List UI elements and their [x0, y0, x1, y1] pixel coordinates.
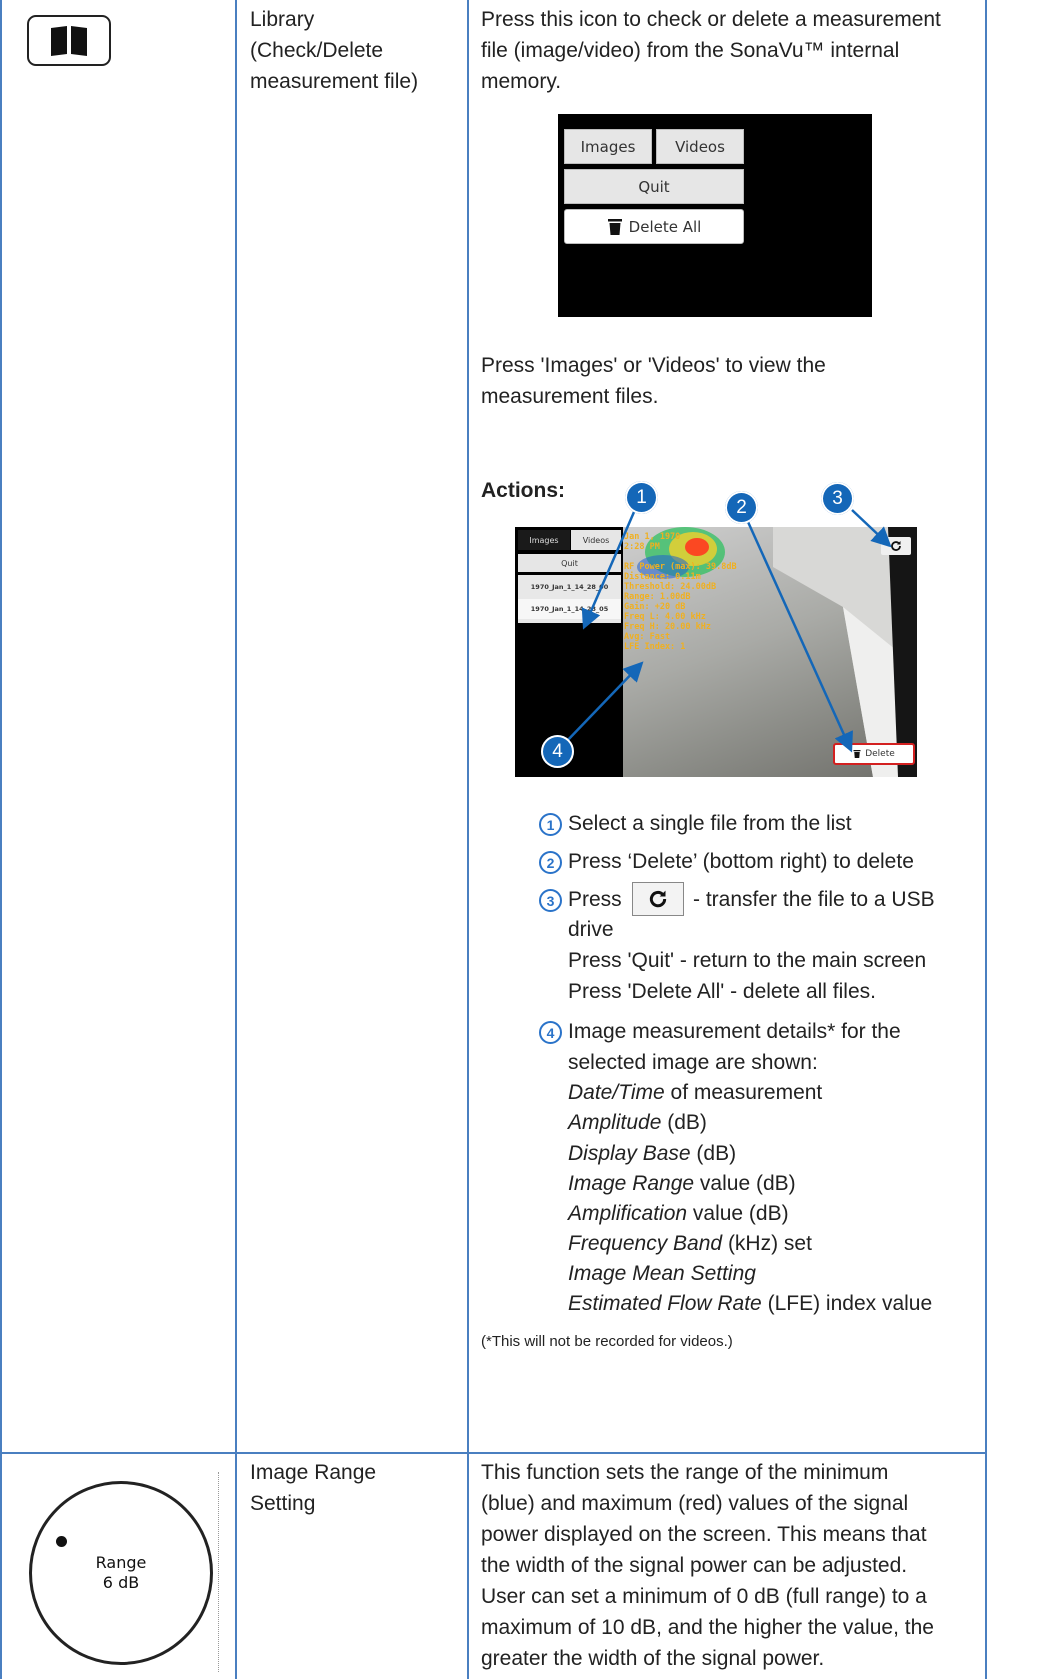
range-name-line2: Setting [250, 1492, 316, 1515]
detail-item: Amplitude (dB) [568, 1107, 707, 1138]
range-desc-line: User can set a minimum of 0 dB (full ran… [481, 1585, 927, 1608]
detail-rest: (dB) [690, 1142, 737, 1165]
refresh-icon [649, 890, 667, 908]
step-4-line2: selected image are shown: [568, 1051, 818, 1074]
range-dial: Range 6 dB [29, 1481, 213, 1665]
detail-term: Display Base [568, 1142, 691, 1165]
range-desc-line: the width of the signal power can be adj… [481, 1554, 908, 1577]
step-number-4: 4 [539, 1021, 562, 1044]
range-desc-line: (blue) and maximum (red) values of the s… [481, 1492, 909, 1515]
callout-1: 1 [625, 481, 658, 514]
detail-rest: value (dB) [694, 1172, 796, 1195]
dial-label-range: Range [95, 1553, 147, 1572]
dotted-separator [218, 1472, 219, 1672]
step-4-line1: Image measurement details* for the [568, 1020, 901, 1043]
range-desc-line: maximum of 10 dB, and the higher the val… [481, 1616, 934, 1639]
step-number-1: 1 [539, 813, 562, 836]
range-name-line1: Image Range [250, 1461, 377, 1484]
detail-item: Image Range value (dB) [568, 1168, 796, 1199]
range-desc-line: greater the width of the signal power. [481, 1647, 825, 1670]
callout-arrows [564, 509, 892, 753]
detail-term: Frequency Band [568, 1232, 723, 1255]
step-3-delete-all: Press 'Delete All' - delete all files. [568, 980, 876, 1003]
detail-item: Amplification value (dB) [568, 1198, 789, 1229]
step-3-press: Press [568, 888, 622, 911]
step-1-text: Select a single file from the list [568, 812, 852, 835]
row-divider [0, 1452, 987, 1454]
detail-item: Display Base (dB) [568, 1138, 736, 1169]
step-number-3: 3 [539, 889, 562, 912]
range-desc-line: power displayed on the screen. This mean… [481, 1523, 927, 1546]
transfer-icon-inline [632, 882, 684, 916]
detail-term: Image Mean Setting [568, 1262, 756, 1285]
step-3-text: - transfer the file to a USB [693, 888, 935, 911]
detail-term: Estimated Flow Rate [568, 1292, 762, 1315]
detail-term: Amplitude [568, 1111, 662, 1134]
step-number-2: 2 [539, 851, 562, 874]
detail-rest: of measurement [664, 1081, 823, 1104]
detail-rest: value (dB) [687, 1202, 789, 1225]
detail-item: Frequency Band (kHz) set [568, 1228, 812, 1259]
footnote: (*This will not be recorded for videos.) [481, 1333, 733, 1350]
detail-item: Image Mean Setting [568, 1258, 756, 1289]
callout-4: 4 [541, 735, 574, 768]
callout-3: 3 [821, 482, 854, 515]
step-3-quit: Press 'Quit' - return to the main screen [568, 949, 927, 972]
dial-label-value: 6 dB [102, 1573, 140, 1592]
step-3-continuation: drive [568, 918, 614, 941]
detail-rest: (dB) [661, 1111, 707, 1134]
detail-term: Date/Time [568, 1081, 665, 1104]
step-2-text: Press ‘Delete’ (bottom right) to delete [568, 850, 914, 873]
detail-item: Date/Time of measurement [568, 1077, 822, 1108]
callout-2: 2 [725, 491, 758, 524]
detail-rest: (LFE) index value [761, 1292, 933, 1315]
detail-term: Amplification [568, 1202, 688, 1225]
detail-term: Image Range [568, 1172, 695, 1195]
detail-item: Estimated Flow Rate (LFE) index value [568, 1288, 932, 1319]
detail-rest: (kHz) set [722, 1232, 812, 1255]
dial-indicator-dot [56, 1536, 67, 1547]
range-desc-line: This function sets the range of the mini… [481, 1461, 889, 1484]
